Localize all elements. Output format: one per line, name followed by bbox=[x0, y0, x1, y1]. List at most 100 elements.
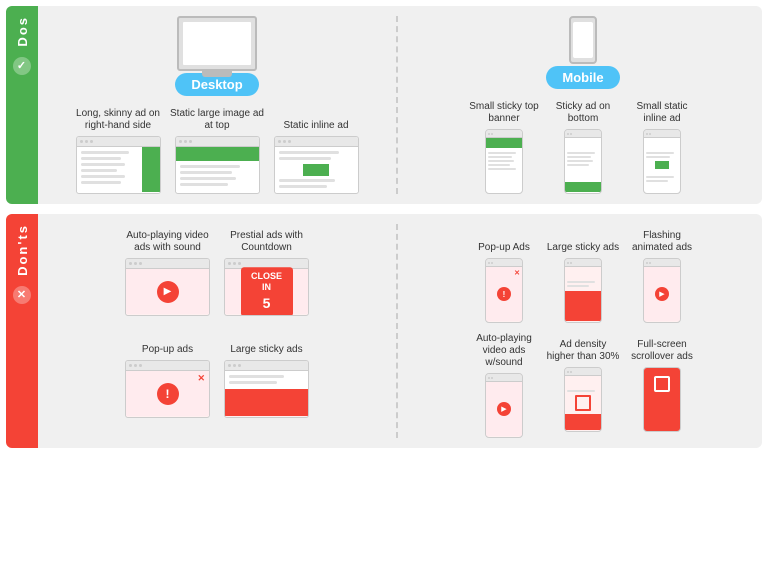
donts-mobile-item-6: Full-screen scrollover ads bbox=[625, 333, 700, 438]
dot bbox=[567, 262, 569, 264]
line bbox=[567, 164, 589, 166]
large-sticky-red bbox=[225, 389, 308, 416]
line bbox=[279, 157, 331, 160]
dot bbox=[649, 262, 651, 264]
content-lines bbox=[229, 375, 284, 387]
dot bbox=[134, 364, 137, 367]
mobile-bar-2 bbox=[565, 130, 601, 138]
donts-desktop-item-1: Auto-playing video ads with sound ▶ bbox=[120, 224, 215, 316]
fullscreen-corner bbox=[654, 376, 670, 392]
mobile-content-3 bbox=[644, 138, 680, 192]
content-lines-1 bbox=[81, 151, 129, 187]
donts-desktop-item-3: Pop-up ads ! bbox=[120, 326, 215, 418]
dos-mobile-item-2: Sticky ad on bottom bbox=[546, 95, 621, 194]
donts-icon: ✕ bbox=[13, 286, 31, 304]
line bbox=[180, 183, 228, 186]
dos-desktop-item-1: Long, skinny ad on right-hand side bbox=[71, 102, 166, 194]
donts-mobile-browser-2 bbox=[564, 258, 602, 323]
line bbox=[567, 152, 595, 154]
mobile-content: ▶ bbox=[486, 382, 522, 436]
line bbox=[279, 151, 339, 154]
donts-mobile-browser-4: ▶ bbox=[485, 373, 523, 438]
line bbox=[81, 169, 117, 172]
donts-mobile-label-5: Ad density higher than 30% bbox=[546, 333, 621, 363]
dos-icon: ✓ bbox=[13, 57, 31, 75]
dos-mobile-col: Mobile Small sticky top banner bbox=[404, 16, 754, 194]
browser-content: CLOSE IN 5 bbox=[225, 269, 308, 314]
desktop-icon bbox=[177, 16, 257, 71]
donts-desktop-rows: Auto-playing video ads with sound ▶ bbox=[46, 224, 388, 418]
dos-desktop-browser-2 bbox=[175, 136, 260, 194]
donts-desktop-browser-1: ▶ bbox=[125, 258, 210, 316]
donts-desktop-row1: Auto-playing video ads with sound ▶ bbox=[46, 224, 388, 316]
donts-desktop-label-1: Auto-playing video ads with sound bbox=[120, 224, 215, 254]
content-lines-3 bbox=[279, 151, 339, 163]
dos-content: Desktop Long, skinny ad on right-hand si… bbox=[38, 6, 762, 204]
line bbox=[646, 180, 668, 182]
dot bbox=[491, 262, 493, 264]
mobile-badge: Mobile bbox=[546, 66, 619, 89]
donts-desktop-item-2: Prestial ads with Countdown bbox=[219, 224, 314, 316]
mobile-screen bbox=[573, 22, 593, 58]
browser-bar bbox=[225, 361, 308, 371]
dos-desktop-items: Long, skinny ad on right-hand side bbox=[46, 102, 388, 194]
donts-desktop-label-4: Large sticky ads bbox=[230, 326, 302, 356]
browser-content: ▶ bbox=[126, 269, 209, 314]
dos-mobile-browser-1 bbox=[485, 129, 523, 194]
dos-section: Dos ✓ Desktop Long, skinny ad on right-h… bbox=[6, 6, 762, 204]
dos-mobile-label-3: Small static inline ad bbox=[625, 95, 700, 125]
line bbox=[81, 151, 129, 154]
browser-content-1 bbox=[77, 147, 160, 192]
donts-mobile-item-3: Flashing animated ads ▶ bbox=[625, 224, 700, 323]
close-in-number: 5 bbox=[249, 294, 285, 312]
dos-mobile-item-3: Small static inline ad bbox=[625, 95, 700, 194]
close-x: ✕ bbox=[514, 269, 520, 277]
mobile-bar bbox=[644, 259, 680, 267]
line bbox=[488, 168, 516, 170]
mob-lines bbox=[567, 390, 595, 394]
dot bbox=[567, 371, 569, 373]
donts-mobile-item-1: Pop-up Ads ! ✕ bbox=[467, 224, 542, 323]
mobile-content: ▶ bbox=[644, 267, 680, 321]
donts-mobile-browser-3: ▶ bbox=[643, 258, 681, 323]
desktop-header: Desktop bbox=[46, 16, 388, 96]
donts-mobile-browser-1: ! ✕ bbox=[485, 258, 523, 323]
line bbox=[488, 156, 512, 158]
dos-text: Dos bbox=[15, 16, 30, 47]
mobile-bar bbox=[486, 374, 522, 382]
browser-bar-3 bbox=[275, 137, 358, 147]
donts-content: Auto-playing video ads with sound ▶ bbox=[38, 214, 762, 448]
dot bbox=[488, 262, 490, 264]
line bbox=[567, 281, 595, 283]
line bbox=[81, 157, 121, 160]
mob-lines-1 bbox=[488, 152, 516, 172]
dot bbox=[570, 371, 572, 373]
density-icon bbox=[575, 395, 591, 411]
dot bbox=[238, 262, 241, 265]
dot bbox=[233, 364, 236, 367]
line bbox=[488, 160, 514, 162]
mobile-video-icon: ▶ bbox=[497, 402, 511, 416]
close-in-text: CLOSE IN bbox=[251, 271, 282, 293]
browser-content-2 bbox=[176, 147, 259, 192]
line bbox=[81, 181, 121, 184]
browser-bar-1 bbox=[77, 137, 160, 147]
dos-desktop-col: Desktop Long, skinny ad on right-hand si… bbox=[46, 16, 398, 194]
dot bbox=[189, 140, 192, 143]
line bbox=[646, 176, 674, 178]
dos-desktop-label-3: Static inline ad bbox=[283, 102, 348, 132]
dot bbox=[567, 133, 569, 135]
donts-mobile-label-1: Pop-up Ads bbox=[478, 224, 530, 254]
dot bbox=[179, 140, 182, 143]
line bbox=[567, 285, 589, 287]
dot bbox=[491, 377, 493, 379]
content-lines-3b bbox=[279, 179, 335, 191]
line bbox=[488, 164, 510, 166]
density-red bbox=[565, 414, 601, 430]
mobile-header: Mobile bbox=[412, 16, 754, 89]
dot bbox=[283, 140, 286, 143]
mobile-content: ! ✕ bbox=[486, 267, 522, 321]
dos-mobile-browser-3 bbox=[643, 129, 681, 194]
dot3 bbox=[90, 140, 93, 143]
mobile-error-icon: ! bbox=[497, 287, 511, 301]
